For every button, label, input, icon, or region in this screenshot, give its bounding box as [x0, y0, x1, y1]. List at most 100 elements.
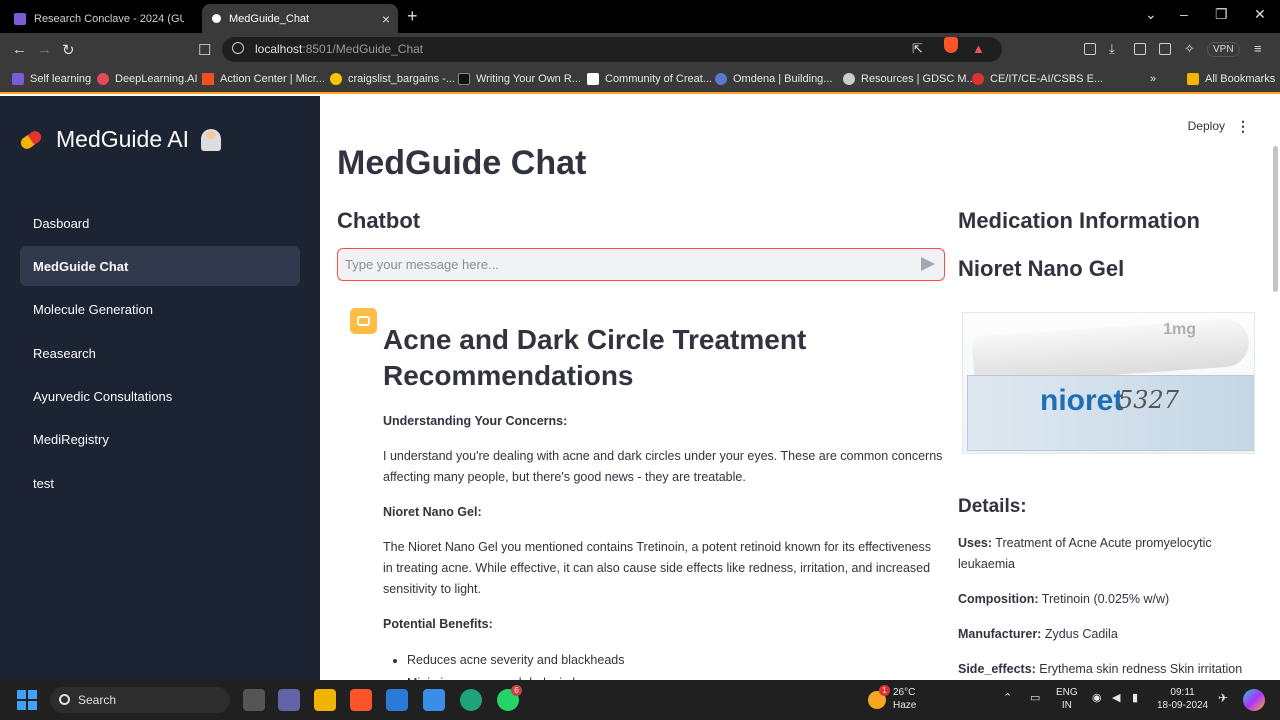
close-window-icon[interactable]: ✕	[1254, 6, 1266, 23]
whatsapp-badge: 6	[511, 685, 522, 696]
benefits-list: Reduces acne severity and blackheads Min…	[407, 649, 943, 680]
notifications-icon[interactable]: ✈	[1218, 692, 1228, 705]
teams-icon[interactable]	[278, 689, 300, 711]
bookmark-site-icon	[458, 73, 470, 85]
bookmark-self-learning[interactable]: Self learning	[12, 73, 91, 85]
extensions-icon[interactable]	[1084, 43, 1096, 55]
sidebar-item-dashboard[interactable]: Dasboard	[20, 203, 300, 243]
chevron-down-icon[interactable]: ⌄	[1145, 6, 1157, 23]
close-tab-icon[interactable]: ×	[382, 11, 390, 27]
battery-icon[interactable]: ▮	[1132, 692, 1138, 705]
tab-research-conclave[interactable]: Research Conclave - 2024 (GUNI-SH	[4, 4, 200, 33]
volume-icon[interactable]: ◀	[1112, 692, 1120, 705]
maximize-icon[interactable]: ❐	[1215, 6, 1228, 23]
tab-favicon-icon	[14, 12, 26, 25]
weather-badge: 1	[879, 685, 890, 696]
kebab-menu-icon[interactable]: ⋮	[1236, 118, 1250, 135]
weather-widget[interactable]: 26°C Haze	[893, 686, 916, 712]
wifi-icon[interactable]: ◉	[1092, 692, 1102, 705]
url-bar[interactable]: localhost:8501/MedGuide_Chat ⇱	[222, 37, 1002, 62]
message-paragraph: The Nioret Nano Gel you mentioned contai…	[383, 540, 931, 596]
language-indicator[interactable]: ENG IN	[1056, 686, 1078, 712]
bookmark-action-center[interactable]: Action Center | Micr...	[202, 73, 325, 85]
omdena-icon	[715, 73, 727, 85]
assistant-avatar-icon	[350, 308, 377, 334]
smiley-icon	[330, 73, 342, 85]
bookmark-icon[interactable]: ☐	[198, 41, 211, 59]
leo-icon[interactable]: ✧	[1184, 41, 1195, 57]
brave-browser-icon[interactable]	[350, 689, 372, 711]
brand-title: MedGuide AI	[18, 126, 221, 153]
bookmark-site-icon	[972, 73, 984, 85]
windows-taskbar: Search 6 1 26°C Haze ⌃ ▭ ENG IN ◉ ◀ ▮ 09…	[0, 680, 1280, 720]
detail-side-effects: Side_effects: Erythema skin redness Skin…	[958, 662, 1243, 676]
browser-tab-bar: Research Conclave - 2024 (GUNI-SH MedGui…	[0, 0, 1280, 33]
downloads-icon[interactable]: ⤓	[1109, 41, 1115, 57]
sidebar-item-medguide-chat[interactable]: MedGuide Chat	[20, 246, 300, 287]
chat-input-box[interactable]	[337, 248, 945, 281]
vpn-button[interactable]: VPN	[1207, 42, 1240, 57]
minimize-icon[interactable]: –	[1180, 6, 1188, 22]
vscode-icon[interactable]	[386, 689, 408, 711]
edge-icon[interactable]	[460, 689, 482, 711]
bookmark-omdena[interactable]: Omdena | Building...	[715, 73, 832, 85]
tab-title: MedGuide_Chat	[229, 12, 310, 25]
scrollbar[interactable]	[1273, 146, 1278, 292]
handwritten-number: 5327	[1118, 386, 1180, 414]
sidebar-icon[interactable]	[1134, 43, 1146, 55]
forward-icon[interactable]: →	[37, 41, 52, 58]
tab-medguide-chat[interactable]: MedGuide_Chat ×	[202, 4, 398, 33]
site-info-icon[interactable]	[232, 42, 244, 54]
bookmark-craigslist[interactable]: craigslist_bargains -...	[330, 73, 455, 85]
tab-title: Research Conclave - 2024 (GUNI-SH	[34, 12, 184, 25]
sidebar-item-molecule-generation[interactable]: Molecule Generation	[20, 290, 300, 330]
share-icon[interactable]: ⇱	[912, 41, 923, 57]
taskbar-search[interactable]: Search	[50, 687, 230, 713]
task-view-icon[interactable]	[243, 689, 265, 711]
copilot-icon[interactable]	[1243, 689, 1265, 711]
all-bookmarks[interactable]: All Bookmarks	[1187, 73, 1275, 85]
tray-app-icon[interactable]: ▭	[1030, 692, 1040, 705]
list-item: Minimizes pores and dark circles	[407, 672, 943, 680]
bookmark-writing-your-own[interactable]: Writing Your Own R...	[458, 73, 581, 85]
sidebar-item-test[interactable]: test	[20, 463, 300, 503]
reload-icon[interactable]: ↻	[62, 41, 75, 59]
bookmark-deeplearning[interactable]: DeepLearning.AI	[97, 73, 198, 85]
doctor-icon	[200, 128, 221, 151]
message-heading: Acne and Dark Circle Treatment Recommend…	[383, 324, 807, 391]
robot-face-icon	[357, 316, 370, 326]
deeplearning-icon	[97, 73, 109, 85]
deploy-button[interactable]: Deploy	[1188, 119, 1225, 133]
url-text: localhost:8501/MedGuide_Chat	[255, 42, 424, 56]
pill-icon	[18, 128, 44, 151]
store-icon[interactable]	[423, 689, 445, 711]
file-explorer-icon[interactable]	[314, 689, 336, 711]
send-icon[interactable]	[921, 257, 935, 271]
folder-icon	[1187, 73, 1199, 85]
brave-rewards-icon[interactable]: ▲	[972, 41, 985, 56]
page-title: MedGuide Chat	[337, 144, 587, 182]
brave-shields-icon[interactable]	[944, 37, 958, 53]
more-bookmarks-icon[interactable]: »	[1150, 73, 1156, 85]
microsoft-icon	[202, 73, 214, 85]
sidebar-item-research[interactable]: Reasearch	[20, 333, 300, 373]
menu-icon[interactable]: ≡	[1254, 41, 1262, 56]
chat-input[interactable]	[338, 249, 898, 280]
bookmark-gdsc[interactable]: Resources | GDSC M...	[843, 73, 976, 85]
bookmark-community[interactable]: Community of Creat...	[587, 73, 712, 85]
tab-favicon-icon	[212, 14, 221, 23]
wallet-icon[interactable]	[1159, 43, 1171, 55]
main-content: Deploy ⋮ MedGuide Chat Chatbot Acne and …	[320, 96, 1280, 680]
sidebar-item-mediregistry[interactable]: MediRegistry	[20, 420, 300, 460]
chevron-up-icon[interactable]: ⌃	[1003, 692, 1012, 705]
message-section-title: Understanding Your Concerns:	[383, 414, 568, 428]
back-icon[interactable]: ←	[12, 41, 27, 58]
bookmark-ce-it[interactable]: CE/IT/CE-AI/CSBS E...	[972, 73, 1103, 85]
details-list: Uses: Treatment of Acne Acute promyelocy…	[958, 533, 1258, 680]
sidebar-item-ayurvedic-consultations[interactable]: Ayurvedic Consultations	[20, 377, 300, 417]
list-item: Reduces acne severity and blackheads	[407, 649, 943, 672]
clock[interactable]: 09:11 18-09-2024	[1157, 686, 1208, 712]
message-paragraph: I understand you're dealing with acne an…	[383, 449, 943, 484]
new-tab-icon[interactable]: +	[407, 6, 418, 27]
windows-start-icon[interactable]	[17, 690, 37, 710]
